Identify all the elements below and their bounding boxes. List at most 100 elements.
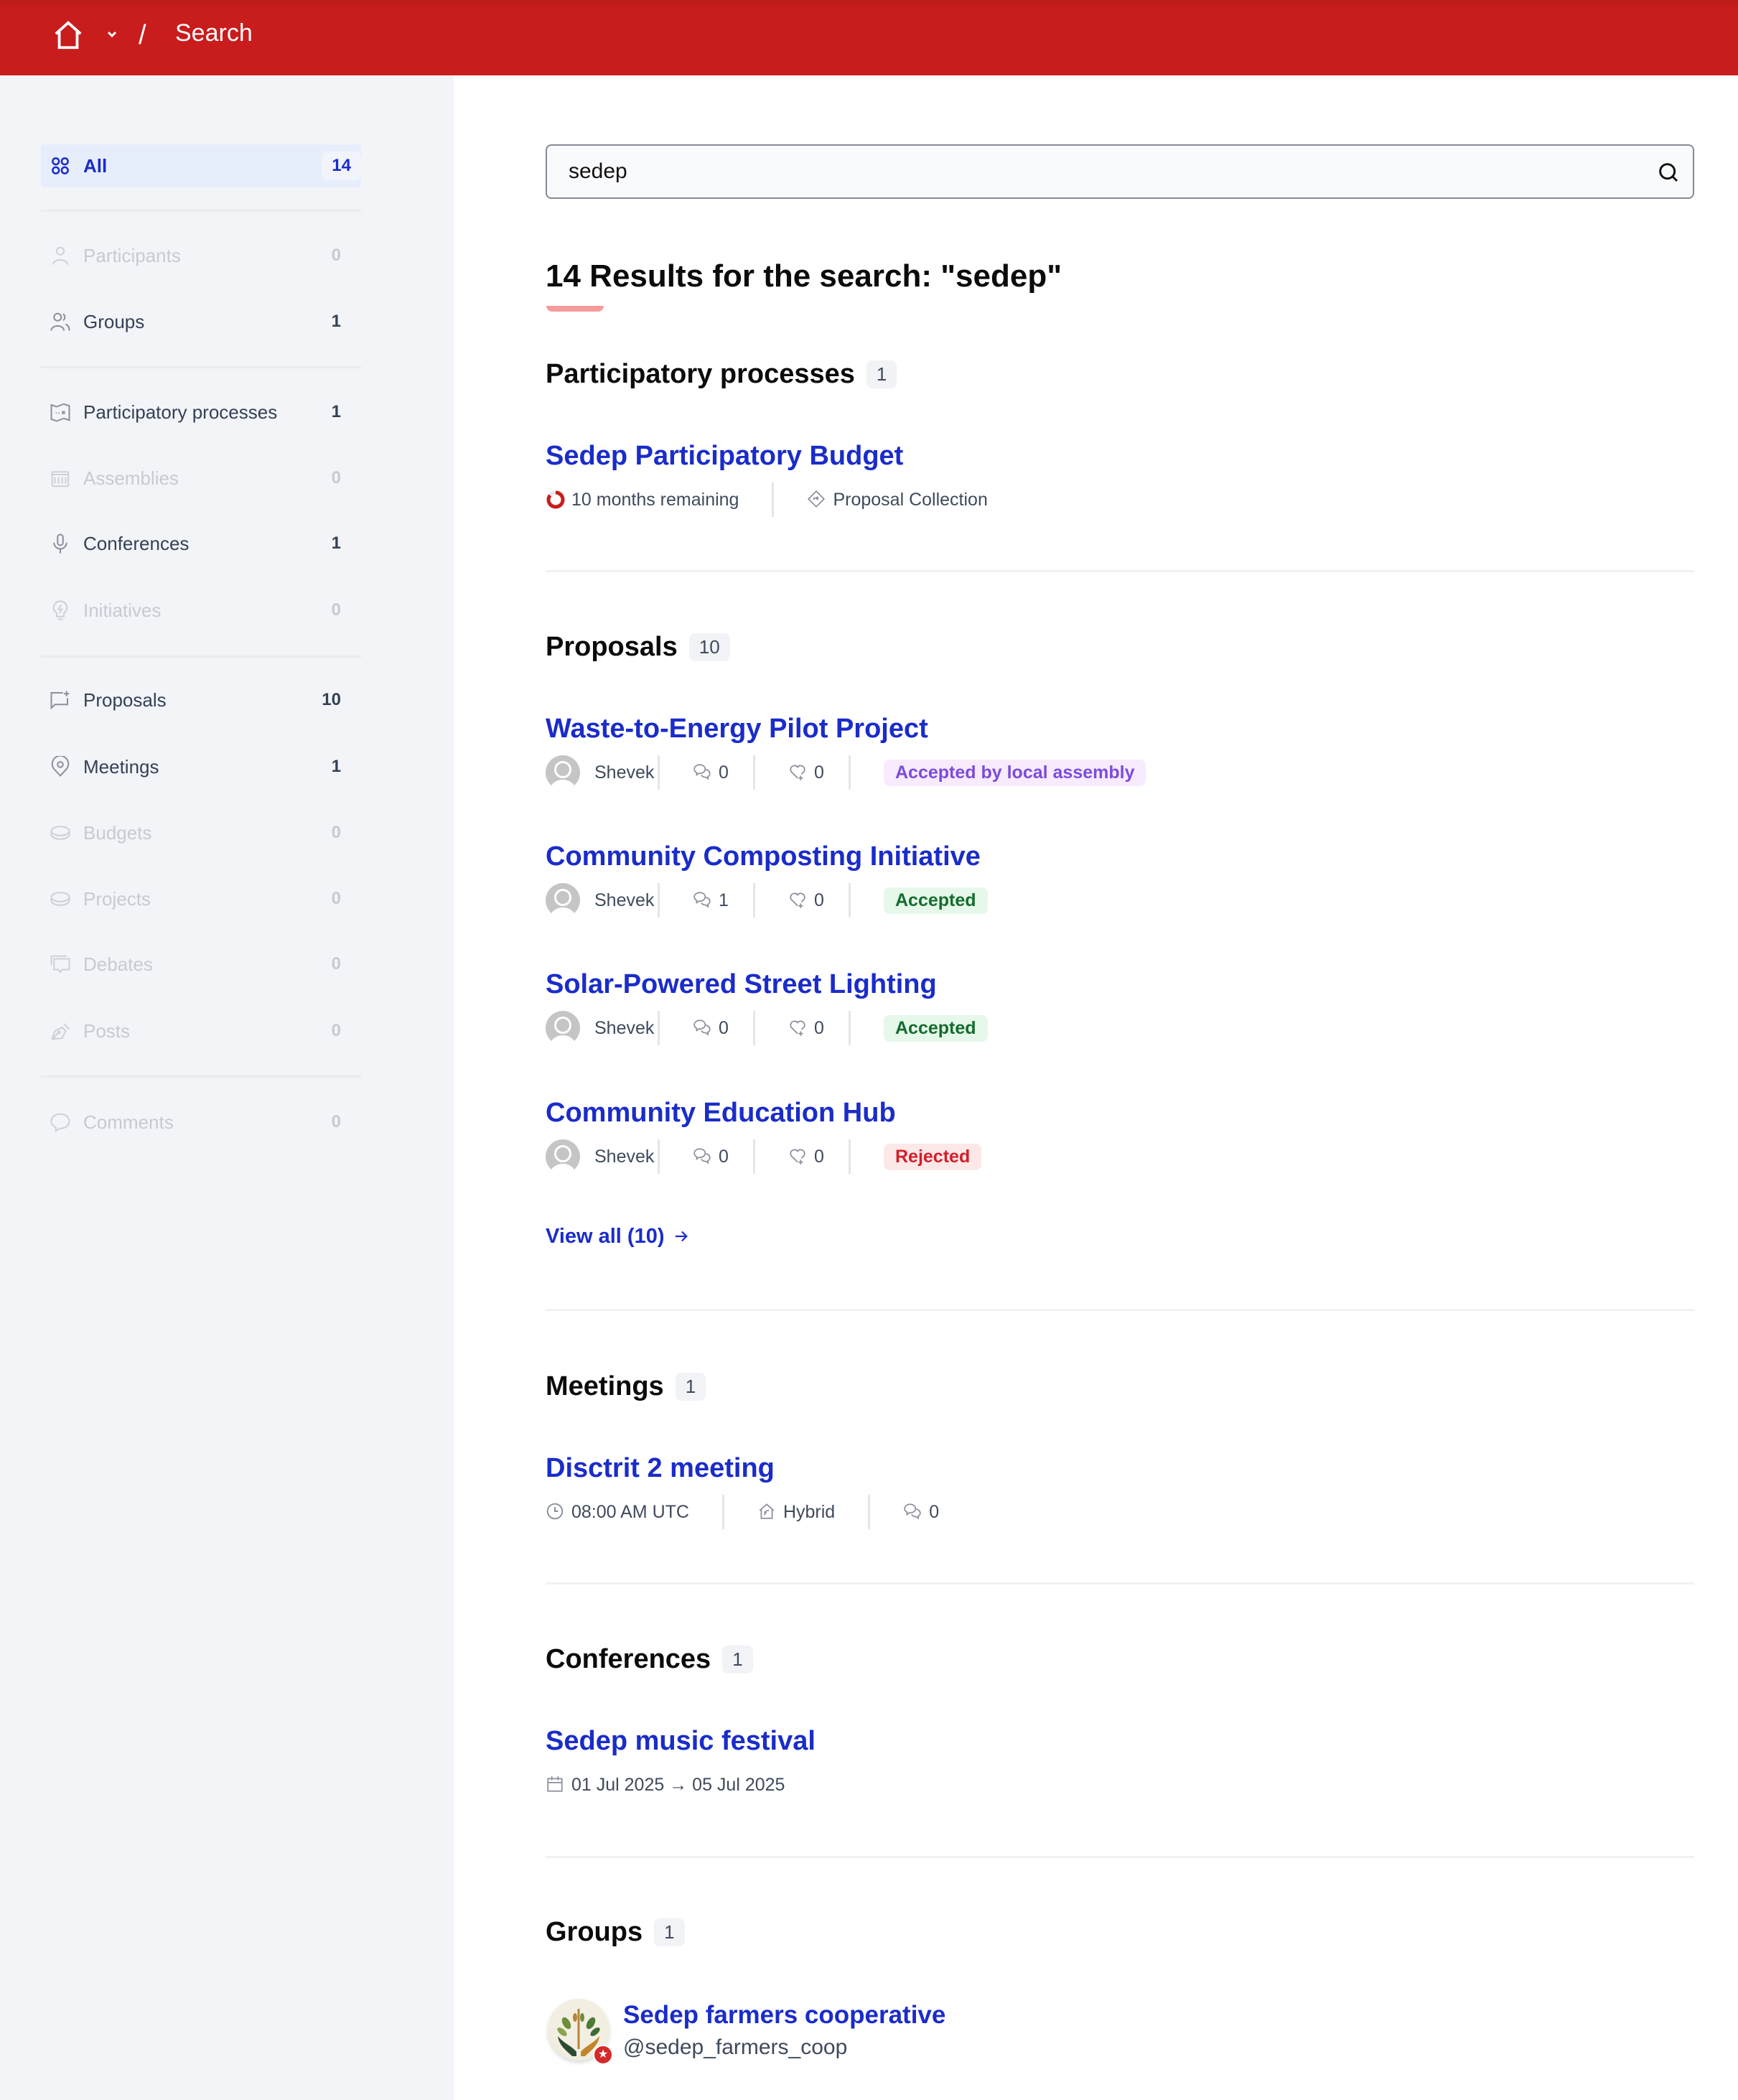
search-input[interactable] <box>569 146 1631 197</box>
meeting-type: Hybrid <box>782 1501 836 1522</box>
meta-divider <box>658 1139 660 1174</box>
progress-ring-icon <box>546 490 566 510</box>
comments-icon <box>693 1147 713 1167</box>
comments-icon <box>903 1502 923 1522</box>
avatar[interactable] <box>546 1139 580 1174</box>
proposal-comments-count: 0 <box>719 762 729 783</box>
sidebar <box>0 75 454 2100</box>
sidebar-divider <box>41 210 361 212</box>
view-all-label: View all (10) <box>546 1225 665 1248</box>
proposal-author[interactable]: Shevek <box>594 890 658 911</box>
avatar[interactable] <box>546 1011 580 1045</box>
endorse-heart-icon <box>788 1147 808 1167</box>
grid-circles-icon <box>50 155 71 177</box>
lightbulb-icon <box>50 599 71 621</box>
proposal-meta: Shevek 0 0 Rejected <box>546 1139 982 1175</box>
sidebar-item-count: 0 <box>331 246 341 265</box>
meta-divider <box>868 1495 871 1529</box>
sidebar-item-groups[interactable]: Groups 1 <box>41 300 361 343</box>
breadcrumb-current: Search <box>175 19 253 47</box>
pen-nib-icon <box>50 1020 71 1042</box>
phase-name: Proposal Collection <box>833 489 988 510</box>
users-icon <box>50 311 71 332</box>
section-header-meetings: Meetings 1 <box>546 1371 706 1402</box>
section-count: 10 <box>688 633 730 661</box>
meeting-time: 08:00 AM UTC <box>571 1501 689 1522</box>
section-title: Meetings <box>546 1371 664 1401</box>
proposal-author[interactable]: Shevek <box>594 1147 658 1167</box>
sidebar-divider <box>41 1075 361 1078</box>
meeting-title-link[interactable]: Disctrit 2 meeting <box>546 1453 775 1484</box>
sidebar-item-label: Groups <box>83 310 145 332</box>
section-header-conferences: Conferences 1 <box>546 1644 753 1675</box>
sidebar-item-count: 10 <box>322 690 341 709</box>
sidebar-item-projects[interactable]: Projects 0 <box>41 877 361 920</box>
meta-divider <box>849 755 851 790</box>
map-pin-icon <box>50 755 71 778</box>
sidebar-item-label: Participatory processes <box>83 401 278 423</box>
proposal-title-link[interactable]: Community Education Hub <box>546 1098 896 1129</box>
meta-divider <box>658 883 660 918</box>
sidebar-item-participatory-processes[interactable]: Participatory processes 1 <box>41 391 361 434</box>
sidebar-item-proposals[interactable]: Proposals 10 <box>41 678 361 722</box>
group-handle: @sedep_farmers_coop <box>623 2035 848 2059</box>
meta-divider <box>721 1495 724 1529</box>
sidebar-divider <box>41 655 361 658</box>
sidebar-item-meetings[interactable]: Meetings 1 <box>41 745 361 788</box>
proposal-endorsements-count: 0 <box>814 1017 824 1038</box>
home-icon[interactable] <box>52 19 85 52</box>
hybrid-home-icon <box>757 1502 777 1522</box>
section-divider <box>546 570 1694 572</box>
section-header-proposals: Proposals 10 <box>546 632 730 663</box>
view-all-proposals-link[interactable]: View all (10) <box>546 1225 689 1249</box>
sidebar-item-label: Participants <box>83 244 181 266</box>
proposal-endorsements-count: 0 <box>814 762 824 783</box>
sidebar-item-label: Proposals <box>83 689 167 711</box>
user-icon <box>50 245 71 266</box>
comments-icon <box>693 1018 713 1038</box>
sidebar-item-comments[interactable]: Comments 0 <box>41 1101 361 1144</box>
search-icon[interactable] <box>1657 161 1680 184</box>
sidebar-item-conferences[interactable]: Conferences 1 <box>41 522 361 565</box>
sidebar-item-count: 1 <box>331 757 341 776</box>
section-title: Conferences <box>546 1644 711 1674</box>
sidebar-item-assemblies[interactable]: Assemblies 0 <box>41 457 361 500</box>
endorse-heart-icon <box>788 1018 808 1038</box>
chat-bubble-icon <box>50 1111 71 1133</box>
proposal-comments-count: 0 <box>719 1146 729 1167</box>
sidebar-item-all[interactable]: All 14 <box>41 144 361 187</box>
conference-title-link[interactable]: Sedep music festival <box>546 1726 816 1757</box>
clock-icon <box>546 1502 566 1522</box>
proposal-title-link[interactable]: Community Composting Initiative <box>546 841 981 872</box>
sidebar-item-initiatives[interactable]: Initiatives 0 <box>41 589 361 632</box>
sidebar-item-label: Budgets <box>83 821 152 844</box>
sidebar-item-participants[interactable]: Participants 0 <box>41 234 361 277</box>
title-underline <box>546 306 604 312</box>
group-name-link[interactable]: Sedep farmers cooperative <box>623 2001 945 2030</box>
sidebar-item-debates[interactable]: Debates 0 <box>41 943 361 986</box>
proposal-author[interactable]: Shevek <box>594 762 658 783</box>
proposal-endorsements-count: 0 <box>814 1146 824 1167</box>
section-title: Proposals <box>546 632 678 662</box>
sidebar-item-label: All <box>83 154 108 177</box>
chat-add-icon <box>50 689 71 711</box>
avatar[interactable] <box>546 883 580 918</box>
sidebar-item-posts[interactable]: Posts 0 <box>41 1009 361 1053</box>
sidebar-item-budgets[interactable]: Budgets 0 <box>41 811 361 854</box>
proposal-meta: Shevek 0 0 Accepted by local assembly <box>546 755 1146 790</box>
process-meta: 10 months remaining Proposal Collection <box>546 482 988 518</box>
section-count: 1 <box>722 1646 753 1674</box>
process-title-link[interactable]: Sedep Participatory Budget <box>546 441 903 472</box>
status-badge: Accepted <box>884 887 988 914</box>
section-divider <box>546 1582 1694 1585</box>
proposal-author[interactable]: Shevek <box>594 1018 658 1039</box>
proposal-title-link[interactable]: Waste-to-Energy Pilot Project <box>546 714 928 745</box>
proposal-title-link[interactable]: Solar-Powered Street Lighting <box>546 969 937 1000</box>
coin-icon <box>50 822 71 844</box>
sidebar-item-count: 0 <box>331 1021 341 1040</box>
proposal-meta: Shevek 0 0 Accepted <box>546 1010 988 1046</box>
sidebar-item-count: 0 <box>331 954 341 974</box>
sidebar-item-count: 0 <box>331 468 341 487</box>
chevron-down-icon[interactable] <box>105 27 119 42</box>
avatar[interactable] <box>546 755 580 790</box>
